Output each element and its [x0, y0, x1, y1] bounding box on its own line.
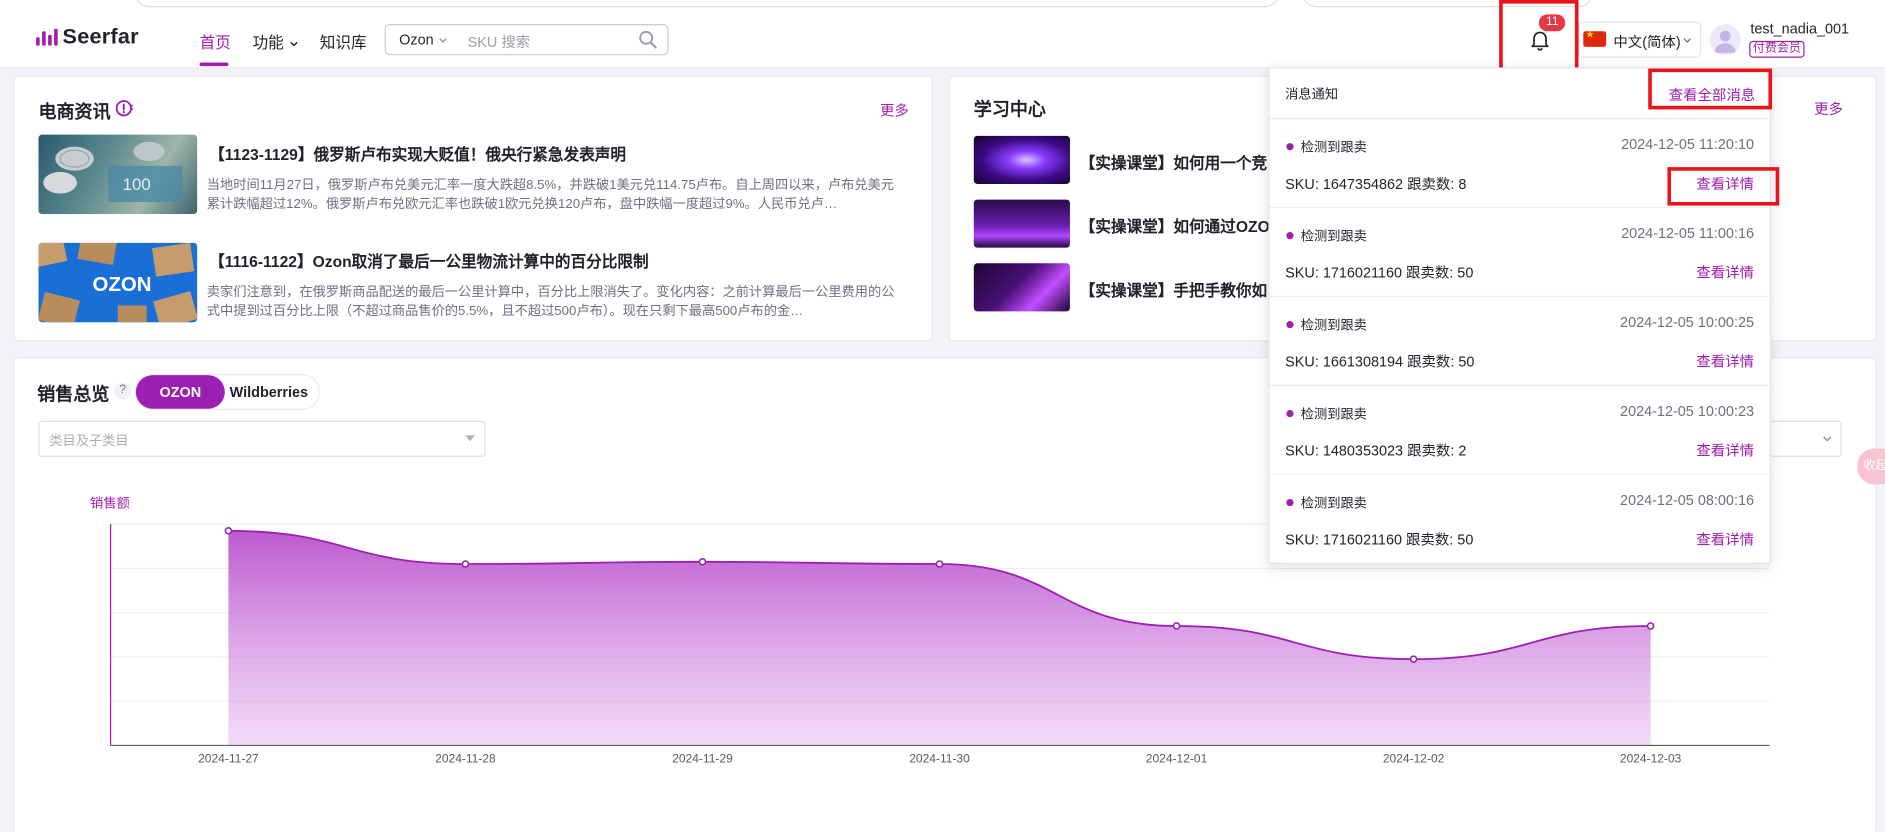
- notification-sku: SKU: 1716021160 跟卖数: 50: [1285, 531, 1474, 549]
- x-tick-label: 2024-11-30: [909, 751, 970, 765]
- notification-type: 检测到跟卖: [1300, 140, 1367, 156]
- unread-dot-icon: [1286, 409, 1294, 418]
- data-point[interactable]: [224, 527, 233, 535]
- x-tick-label: 2024-12-02: [1383, 751, 1445, 765]
- notification-type: 检测到跟卖: [1300, 496, 1367, 511]
- x-tick-label: 2024-11-29: [672, 751, 733, 765]
- notification-sku: SKU: 1480353023 跟卖数: 2: [1285, 442, 1467, 460]
- data-point[interactable]: [935, 560, 944, 568]
- view-detail-link[interactable]: 查看详情: [1696, 262, 1754, 282]
- unread-dot-icon: [1286, 321, 1294, 329]
- notification-time: 2024-12-05 10:00:23: [1620, 402, 1755, 420]
- notification-item: 检测到跟卖 2024-12-05 10:00:25 SKU: 166130819…: [1269, 295, 1770, 386]
- x-tick-label: 2024-11-27: [198, 751, 259, 765]
- notification-time: 2024-12-05 08:00:16: [1620, 491, 1755, 509]
- data-point[interactable]: [1409, 655, 1418, 663]
- notification-item: 检测到跟卖 2024-12-05 11:00:16 SKU: 171602116…: [1269, 206, 1770, 297]
- view-detail-highlight-box: [1667, 167, 1780, 206]
- notification-type: 检测到跟卖: [1300, 318, 1367, 334]
- notification-item: 检测到跟卖 2024-12-05 10:00:23 SKU: 148035302…: [1269, 384, 1770, 475]
- view-detail-link[interactable]: 查看详情: [1696, 440, 1754, 460]
- notification-time: 2024-12-05 11:00:16: [1621, 224, 1755, 242]
- data-point[interactable]: [698, 558, 707, 566]
- notification-sku: SKU: 1716021160 跟卖数: 50: [1285, 264, 1474, 282]
- data-point[interactable]: [1646, 622, 1655, 630]
- view-all-highlight-box: [1648, 68, 1773, 110]
- data-point[interactable]: [1172, 622, 1181, 630]
- unread-dot-icon: [1286, 143, 1294, 151]
- notification-type: 检测到跟卖: [1300, 407, 1367, 423]
- notification-panel: 消息通知 查看全部消息 检测到跟卖 2024-12-05 11:20:10 SK…: [1268, 67, 1773, 564]
- x-tick-label: 2024-12-03: [1620, 751, 1682, 765]
- x-tick-label: 2024-11-28: [435, 751, 496, 765]
- unread-dot-icon: [1286, 498, 1294, 507]
- notification-sku: SKU: 1661308194 跟卖数: 50: [1285, 353, 1475, 371]
- notification-sku: SKU: 1647354862 跟卖数: 8: [1285, 175, 1467, 193]
- notification-item: 检测到跟卖 2024-12-05 08:00:16 SKU: 171602116…: [1269, 473, 1770, 564]
- x-tick-label: 2024-12-01: [1146, 751, 1208, 765]
- unread-dot-icon: [1286, 232, 1294, 240]
- notification-time: 2024-12-05 11:20:10: [1621, 135, 1755, 153]
- notification-type: 检测到跟卖: [1300, 229, 1367, 245]
- view-detail-link[interactable]: 查看详情: [1696, 351, 1754, 371]
- view-detail-link[interactable]: 查看详情: [1696, 529, 1754, 549]
- notification-panel-title: 消息通知: [1285, 87, 1339, 103]
- data-point[interactable]: [461, 560, 470, 568]
- notification-time: 2024-12-05 10:00:25: [1620, 313, 1755, 331]
